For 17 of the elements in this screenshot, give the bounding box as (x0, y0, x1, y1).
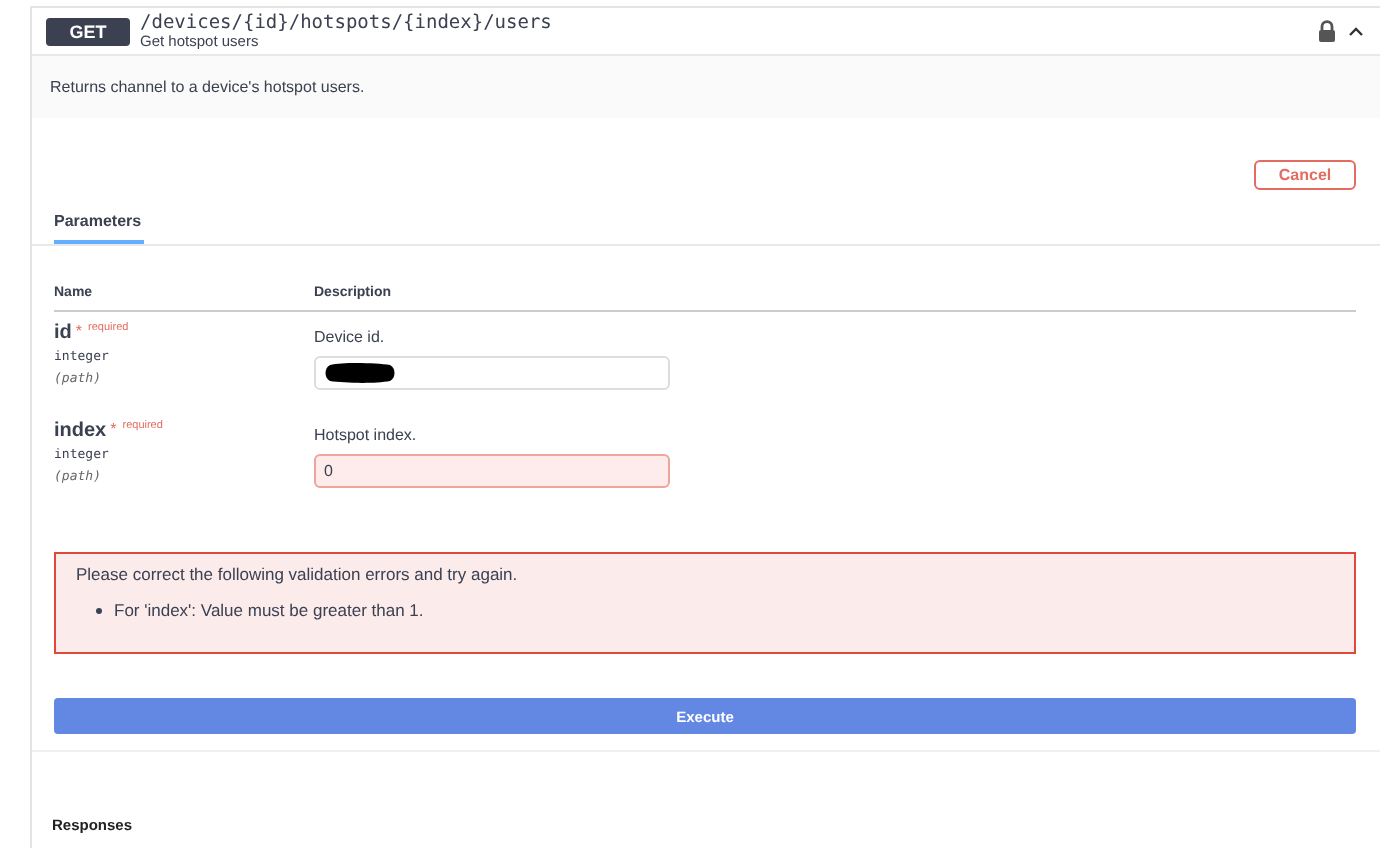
parameter-name: id (54, 322, 72, 344)
parameters-tab[interactable]: Parameters (54, 204, 144, 244)
endpoint-path: /devices/{id}/hotspots/{index}/users (140, 13, 554, 34)
required-asterisk: * (110, 420, 117, 438)
method-badge: GET (46, 17, 130, 45)
required-asterisk: * (75, 322, 83, 340)
chevron-icon[interactable] (1348, 26, 1364, 36)
operation-description: Returns channel to a device's hotspot users. (50, 78, 365, 96)
parameter-input[interactable] (314, 356, 670, 390)
parameter-description: Hotspot index. (314, 426, 419, 444)
parameter-name: index (54, 420, 107, 442)
lock-icon[interactable] (1318, 20, 1336, 42)
error-message: Please correct the following validation errors and try again. (76, 564, 520, 584)
bullet-icon (96, 607, 102, 613)
parameter-input[interactable]: 0 (314, 454, 670, 488)
parameter-description: Device id. (314, 328, 387, 346)
error-item: For 'index': Value must be greater than 1. (114, 600, 424, 620)
